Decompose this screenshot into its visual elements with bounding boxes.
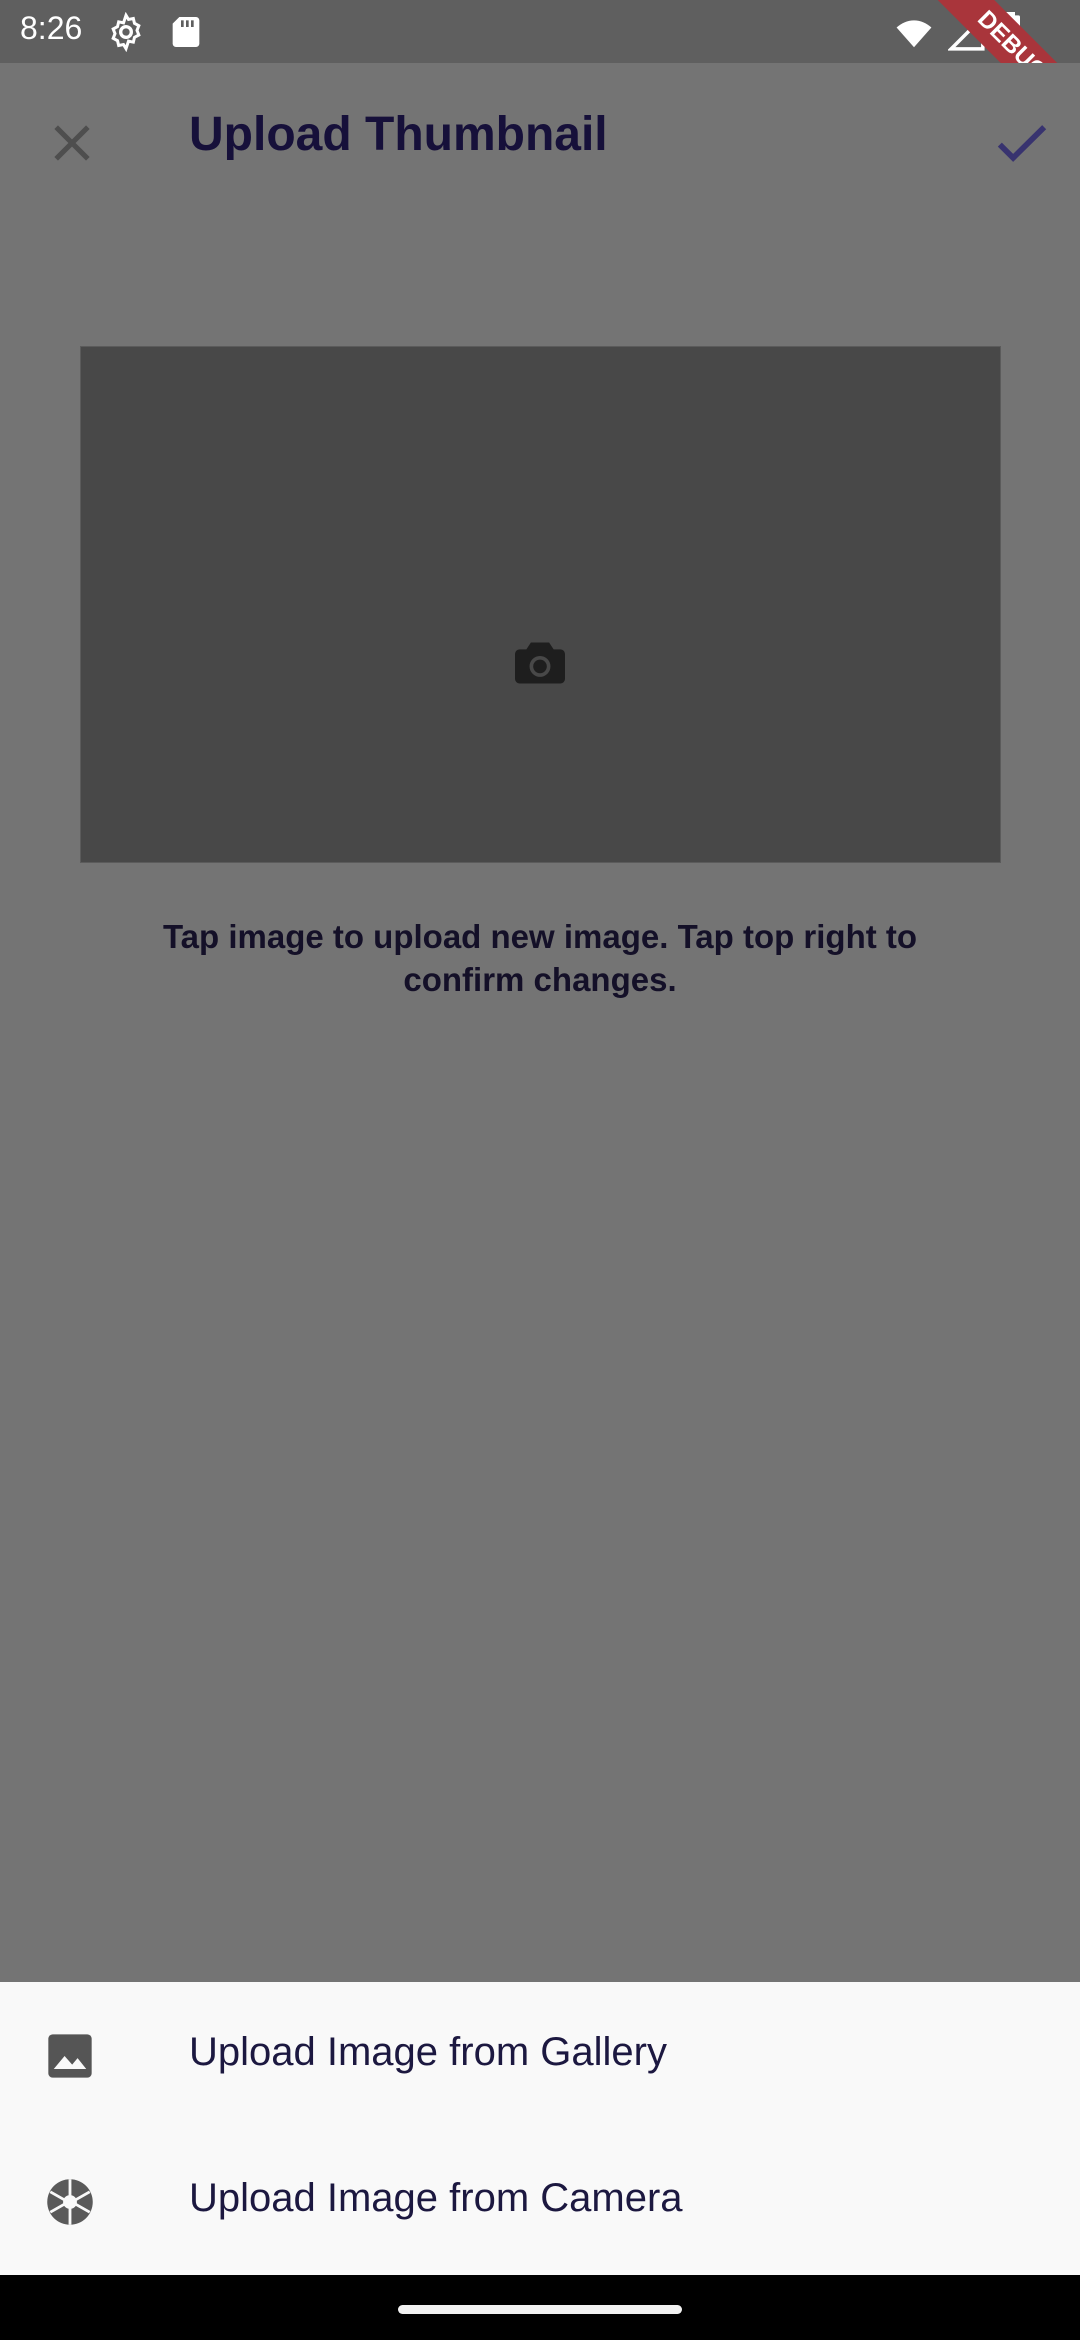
close-icon — [54, 125, 90, 161]
system-nav-bar — [0, 2275, 1080, 2340]
status-time: 8:26 — [20, 10, 83, 46]
thumbnail-image-area[interactable] — [80, 346, 1001, 863]
upload-from-camera-option[interactable]: Upload Image from Camera — [0, 2128, 1080, 2274]
camera-icon — [515, 642, 565, 684]
wifi-icon — [896, 20, 932, 48]
close-button[interactable] — [34, 105, 110, 181]
upload-from-camera-label: Upload Image from Camera — [189, 2176, 683, 2220]
status-bar: 8:26 DEBUG — [0, 0, 1080, 145]
check-icon — [997, 125, 1047, 162]
camera-aperture-icon — [47, 2179, 93, 2225]
gallery-icon — [48, 2034, 92, 2078]
status-icons-left — [106, 11, 206, 57]
app-bar: Upload Thumbnail — [0, 63, 1080, 211]
home-gesture-handle[interactable] — [398, 2305, 682, 2314]
page-title: Upload Thumbnail — [189, 108, 608, 161]
upload-from-gallery-option[interactable]: Upload Image from Gallery — [0, 1982, 1080, 2128]
upload-from-gallery-label: Upload Image from Gallery — [189, 2030, 667, 2074]
upload-thumbnail-page: Upload Thumbnail Tap image to upload new… — [0, 63, 1080, 1983]
confirm-button[interactable] — [984, 105, 1060, 181]
image-source-bottom-sheet: Upload Image from Gallery Upload Image f… — [0, 1982, 1080, 2275]
help-text: Tap image to upload new image. Tap top r… — [162, 918, 918, 998]
settings-icon — [111, 11, 141, 53]
sd-card-icon — [173, 17, 200, 47]
